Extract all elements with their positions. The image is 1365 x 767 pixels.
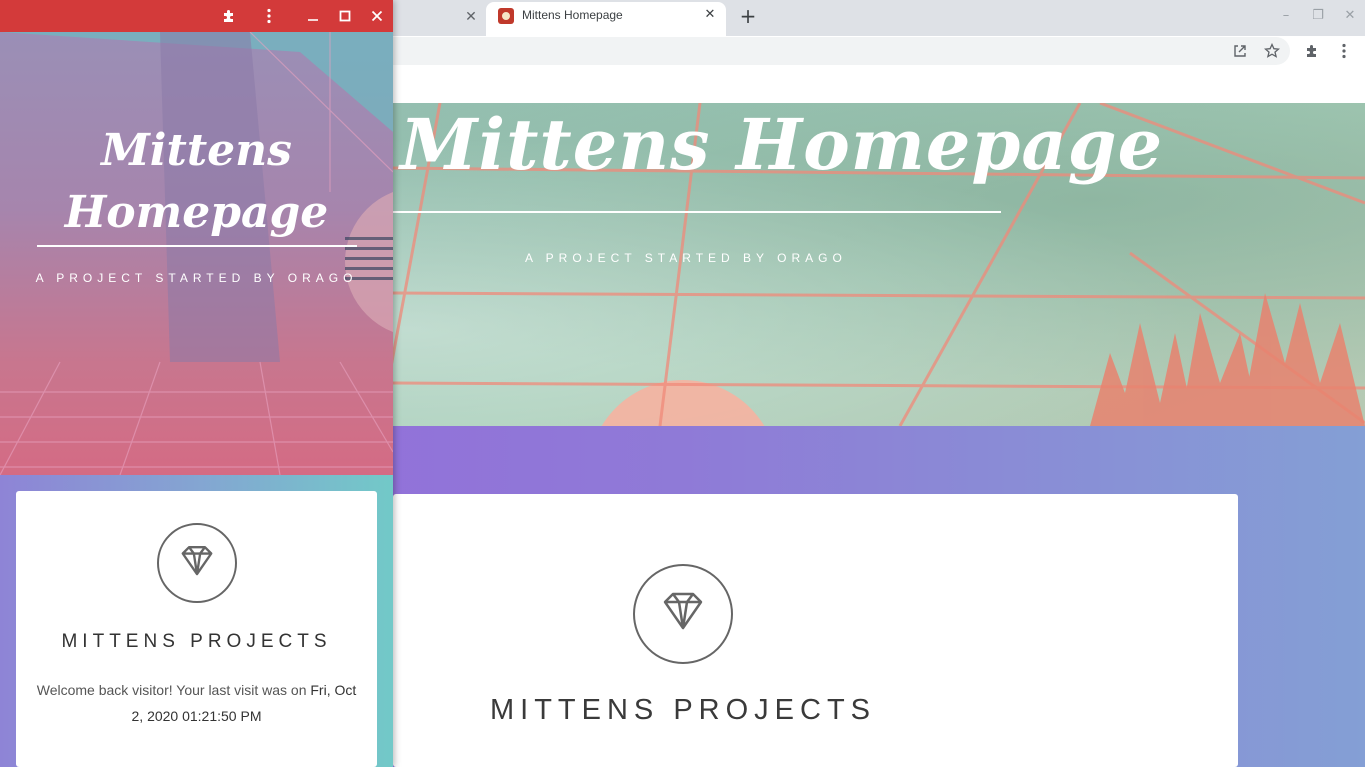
popup-titlebar <box>0 0 393 32</box>
open-in-app-icon[interactable] <box>1230 41 1250 61</box>
popup-projects-card: MITTENS PROJECTS Welcome back visitor! Y… <box>16 491 377 767</box>
popup-card-heading: MITTENS PROJECTS <box>61 631 332 652</box>
hero-subtitle: A PROJECT STARTED BY ORAGO <box>525 251 847 265</box>
close-icon[interactable] <box>367 6 387 26</box>
extensions-icon[interactable] <box>219 6 239 26</box>
extensions-icon[interactable] <box>1302 41 1322 61</box>
popup-hero-title: Mittens Homepage <box>64 125 329 238</box>
restore-icon[interactable]: ❐ <box>1308 6 1328 26</box>
diamond-icon <box>633 564 733 664</box>
popup-hero-subtitle: A PROJECT STARTED BY ORAGO <box>35 271 358 285</box>
address-bar[interactable] <box>380 37 1290 65</box>
diamond-icon <box>157 523 237 603</box>
hero-title: Mittens Homepage <box>400 103 1164 186</box>
popup-hero-divider <box>37 245 357 247</box>
minimize-icon[interactable]: – <box>1276 6 1296 26</box>
minimize-icon[interactable] <box>303 6 323 26</box>
tab-mittens-homepage[interactable]: Mittens Homepage ✕ <box>486 2 726 36</box>
tab-title: Mittens Homepage <box>522 8 623 22</box>
favicon-icon <box>498 8 514 24</box>
more-vert-icon[interactable] <box>259 6 279 26</box>
card-heading: MITTENS PROJECTS <box>489 694 876 726</box>
close-tab-icon[interactable]: ✕ <box>702 7 718 23</box>
last-visit-prefix: Welcome back visitor! Your last visit wa… <box>36 682 311 698</box>
popup-hero-banner: Mittens Homepage A PROJECT STARTED BY OR… <box>0 32 393 475</box>
more-vert-icon[interactable] <box>1334 41 1354 61</box>
close-tab-icon[interactable]: ✕ <box>462 8 480 26</box>
popup-hero-art <box>0 32 393 475</box>
hero-divider <box>393 211 1001 213</box>
popup-window: Mittens Homepage A PROJECT STARTED BY OR… <box>0 0 393 767</box>
last-visit-message: Welcome back visitor! Your last visit wa… <box>30 677 363 729</box>
close-window-icon[interactable]: ✕ <box>1340 6 1360 26</box>
new-tab-button[interactable]: + <box>736 4 760 28</box>
star-icon[interactable] <box>1262 41 1282 61</box>
maximize-icon[interactable] <box>335 6 355 26</box>
projects-card: MITTENS PROJECTS <box>393 494 1238 767</box>
